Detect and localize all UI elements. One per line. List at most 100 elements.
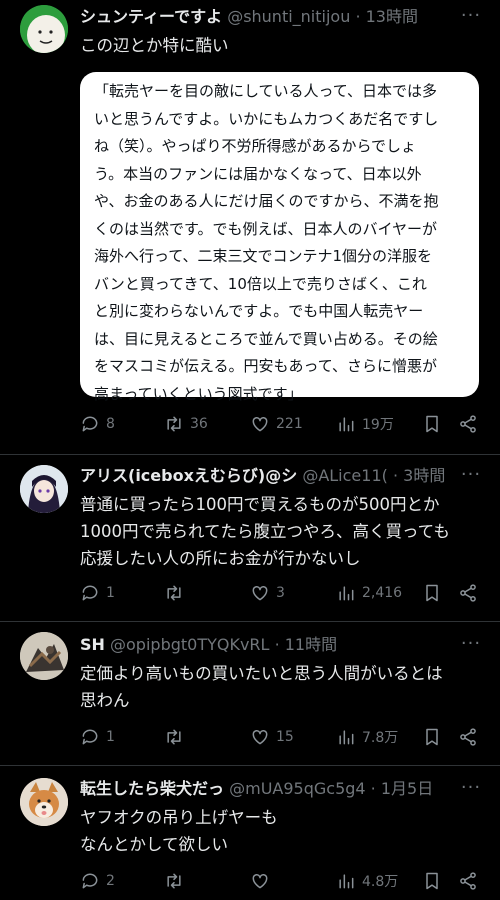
like-button[interactable]: 221 [250,412,303,436]
reply-button[interactable]: 1 [80,581,115,605]
retweet-button[interactable] [164,581,190,605]
views-button[interactable]: 2,416 [336,581,402,605]
like-count: 3 [276,585,285,601]
separator-dot: · [370,779,376,798]
tweet-4[interactable]: 転生したら柴犬だっ @mUA95qGc5g4 · 1月5日 ··· ヤフオクの吊… [0,766,500,900]
action-bar: 2 4.8万 [80,869,490,893]
avatar[interactable] [20,778,68,826]
timestamp[interactable]: 3時間 [403,466,445,485]
tweet-header: アリス(iceboxえむらび)@シ @ALice11( · 3時間 [80,465,460,487]
tweet-text: この辺とか特に酷い [80,36,229,55]
action-bar: 1 3 2,416 [80,581,490,605]
bookmark-icon [426,872,438,890]
avatar[interactable] [20,465,68,513]
timestamp[interactable]: 11時間 [285,635,337,654]
views-button[interactable]: 4.8万 [336,869,398,893]
action-bar: 8 36 221 19万 [80,412,490,436]
views-icon [339,874,354,889]
user-handle[interactable]: @mUA95qGc5g4 [229,779,365,798]
avatar[interactable] [20,5,68,53]
views-count: 7.8万 [362,730,399,746]
share-button[interactable] [458,412,478,436]
display-name[interactable]: アリス(iceboxえむらび)@シ [80,466,297,485]
reply-count: 1 [106,729,115,745]
share-button[interactable] [458,581,478,605]
avatar-image [20,5,68,53]
views-count: 2,416 [362,585,403,601]
bookmark-button[interactable] [422,725,442,749]
bookmark-button[interactable] [422,581,442,605]
quote-image[interactable]: 「転売ヤーを目の敵にしている人って、日本では多 いと思うんですよ。いかにもムカつ… [80,72,479,403]
like-icon [252,729,268,745]
retweet-icon [167,585,181,601]
tweet-text: 普通に買ったら100円で買えるものが500円とか 1000円で売られてたら腹立つ… [80,495,450,568]
like-icon [252,873,268,889]
like-count: 15 [276,729,294,745]
avatar-image [20,632,68,680]
user-handle[interactable]: @ALice11( [302,466,388,485]
reply-icon [82,729,98,745]
share-button[interactable] [458,869,478,893]
bookmark-icon [426,728,438,746]
like-button[interactable]: 15 [250,725,294,749]
tweet-1[interactable]: シュンティーですよ @shunti_nitijou · 13時間 ··· この辺… [0,0,500,455]
tweet-text: ヤフオクの吊り上げヤーも なんとかして欲しい [80,808,278,854]
user-handle[interactable]: @shunti_nitijou [227,7,350,26]
retweet-count: 36 [190,416,208,432]
separator-dot: · [274,635,280,654]
retweet-button[interactable]: 36 [164,412,208,436]
tweet-header: SH @opipbgt0TYQKvRL · 11時間 [80,634,460,656]
bookmark-icon [426,584,438,602]
bookmark-icon [426,415,438,433]
reply-count: 1 [106,585,115,601]
tweet-header: シュンティーですよ @shunti_nitijou · 13時間 [80,6,460,28]
timestamp[interactable]: 13時間 [366,7,418,26]
reply-button[interactable]: 1 [80,725,115,749]
retweet-icon [167,873,181,889]
tweet-3[interactable]: SH @opipbgt0TYQKvRL · 11時間 ··· 定価より高いもの買… [0,622,500,765]
views-icon [339,417,354,432]
avatar-image [20,465,68,513]
separator-dot: · [392,466,399,485]
tweet-text: 定価より高いもの買いたいと思う人間がいるとは 思わん [80,664,443,710]
views-icon [339,586,354,601]
share-button[interactable] [458,725,478,749]
bookmark-button[interactable] [422,412,442,436]
retweet-button[interactable] [164,869,190,893]
reply-icon [82,873,98,889]
like-button[interactable] [250,869,276,893]
like-count: 221 [276,416,303,432]
retweet-icon [167,416,181,432]
reply-icon [82,585,98,601]
quote-text: 「転売ヤーを目の敵にしている人って、日本では多 いと思うんですよ。いかにもムカつ… [94,82,439,403]
share-icon [460,728,476,746]
bookmark-button[interactable] [422,869,442,893]
avatar[interactable] [20,632,68,680]
share-icon [460,584,476,602]
share-icon [460,872,476,890]
user-handle[interactable]: @opipbgt0TYQKvRL [110,635,269,654]
action-bar: 1 15 7.8万 [80,725,490,749]
tweet-header: 転生したら柴犬だっ @mUA95qGc5g4 · 1月5日 [80,778,460,800]
more-options-icon[interactable]: ··· [460,7,482,31]
like-button[interactable]: 3 [250,581,285,605]
display-name[interactable]: 転生したら柴犬だっ [80,779,224,798]
like-icon [252,416,268,432]
reply-count: 8 [106,416,115,432]
display-name[interactable]: SH [80,635,105,654]
reply-button[interactable]: 8 [80,412,115,436]
timestamp[interactable]: 1月5日 [381,779,433,798]
reply-count: 2 [106,873,115,889]
reply-button[interactable]: 2 [80,869,115,893]
views-count: 19万 [362,417,394,433]
views-button[interactable]: 19万 [336,412,394,436]
like-icon [252,585,268,601]
views-button[interactable]: 7.8万 [336,725,398,749]
more-options-icon[interactable]: ··· [460,466,482,490]
more-options-icon[interactable]: ··· [460,635,482,659]
more-options-icon[interactable]: ··· [460,779,482,803]
retweet-button[interactable] [164,725,190,749]
share-icon [460,415,476,433]
display-name[interactable]: シュンティーですよ [80,7,222,26]
tweet-2[interactable]: アリス(iceboxえむらび)@シ @ALice11( · 3時間 ··· 普通… [0,455,500,621]
